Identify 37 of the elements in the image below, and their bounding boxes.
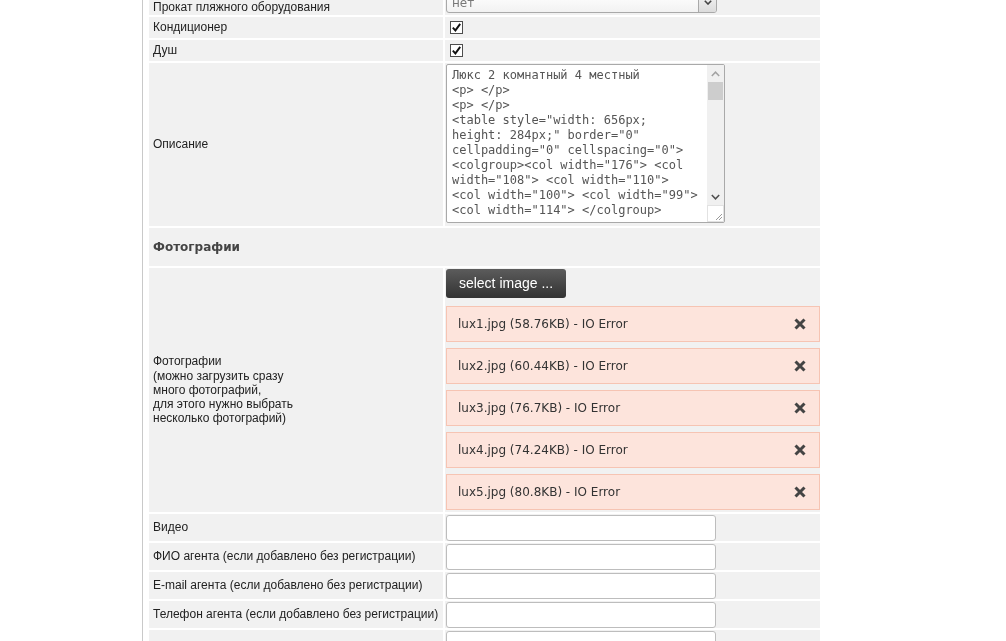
field-label: Фотографии (можно загрузить сразу много фотографий, для этого нужно выбрать несколько фотографий)	[153, 354, 293, 426]
description-textarea[interactable]: Люкс 2 комнатный 4 местный <p> </p> <p> </p> <table style="width: 656px; height: 284px;" border="0" cellpadding="0" cellspacing="0"> <colgroup><col width="176"> <col width="108"> <col width="110"> <col width="100"> <col width="99"> <col width="114"> </colgroup>	[446, 64, 725, 223]
chevron-up-icon[interactable]	[711, 71, 720, 77]
select-field[interactable]: нет	[446, 0, 717, 13]
field-label: Душ	[153, 43, 178, 58]
close-icon[interactable]	[794, 318, 806, 330]
checkbox[interactable]	[450, 21, 463, 34]
text-input[interactable]	[446, 602, 716, 628]
field-label: E-mail агента (если добавлено без регистрации)	[153, 578, 423, 593]
text-input[interactable]	[446, 515, 716, 541]
file-status: lux5.jpg (80.8KB) - IO Error	[458, 484, 621, 501]
checkmark-icon	[452, 46, 461, 55]
checkmark-icon	[452, 23, 461, 32]
field-label: Видео	[153, 520, 189, 535]
scrollbar-thumb[interactable]	[708, 82, 723, 100]
chevron-down-icon	[703, 0, 712, 5]
select-image-button[interactable]: select image ...	[446, 269, 566, 298]
field-label: Описание	[153, 137, 209, 152]
field-label: Телефон агента (если добавлено без регистрации)	[153, 607, 439, 622]
close-icon[interactable]	[794, 402, 806, 414]
field-label: ФИО агента (если добавлено без регистрации)	[153, 549, 416, 564]
resize-grip-icon[interactable]	[707, 205, 724, 222]
section-heading: Фотографии	[153, 239, 241, 256]
file-status: lux4.jpg (74.24KB) - IO Error	[458, 442, 628, 459]
text-input[interactable]	[446, 573, 716, 599]
close-icon[interactable]	[794, 486, 806, 498]
field-label: Прокат пляжного оборудования	[153, 0, 330, 14]
field-label: Кондиционер	[153, 20, 228, 35]
file-status: lux2.jpg (60.44KB) - IO Error	[458, 358, 628, 375]
close-icon[interactable]	[794, 360, 806, 372]
chevron-down-icon[interactable]	[711, 194, 720, 200]
text-input[interactable]	[446, 544, 716, 570]
close-icon[interactable]	[794, 444, 806, 456]
checkbox[interactable]	[450, 44, 463, 57]
file-status: lux3.jpg (76.7KB) - IO Error	[458, 400, 621, 417]
file-status: lux1.jpg (58.76KB) - IO Error	[458, 316, 628, 333]
scrollbar[interactable]	[707, 65, 724, 206]
